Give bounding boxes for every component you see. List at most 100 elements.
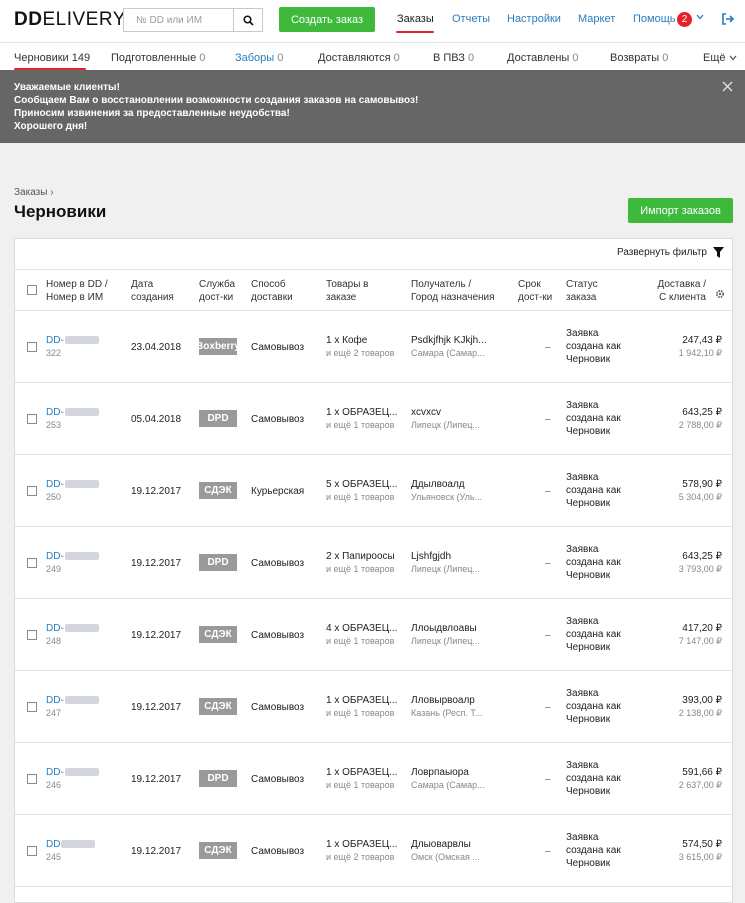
client-price: 2 637,00 ₽ bbox=[678, 780, 722, 790]
search-button[interactable] bbox=[233, 9, 262, 31]
tab-prepared[interactable]: Подготовленные 0 bbox=[111, 52, 205, 64]
order-number-link[interactable]: DD- bbox=[46, 695, 99, 706]
recipient-name: Ллоыдвлоавы bbox=[411, 623, 477, 634]
row-checkbox[interactable] bbox=[27, 846, 37, 856]
goods-main: 4 x ОБРАЗЕЦ... bbox=[326, 623, 398, 634]
order-number-link[interactable]: DD- bbox=[46, 623, 99, 634]
dd-number: DD- bbox=[46, 335, 64, 346]
tab-drafts[interactable]: Черновики 149 bbox=[14, 52, 90, 64]
nav-help[interactable]: Помощь bbox=[633, 13, 676, 25]
breadcrumb[interactable]: Заказы › bbox=[14, 187, 54, 198]
table-row[interactable]: DD- 250 19.12.2017 СДЭК Курьерская 5 x ОБРАЗЕ… bbox=[15, 455, 732, 527]
created-date: 19.12.2017 bbox=[131, 702, 182, 713]
delivery-service-badge: СДЭК bbox=[199, 698, 237, 715]
col-number[interactable]: Номер в DD / Номер в ИМ bbox=[46, 278, 108, 304]
banner-line: Уважаемые клиенты! bbox=[14, 82, 120, 93]
recipient-name: Ддылвоалд bbox=[411, 479, 465, 490]
client-price: 2 788,00 ₽ bbox=[678, 420, 722, 430]
table-row[interactable]: DD- 246 19.12.2017 DPD Самовывоз 1 x ОБРАЗЕЦ.… bbox=[15, 743, 732, 815]
col-method[interactable]: Способ доставки bbox=[251, 278, 293, 304]
table-row[interactable]: DD 245 19.12.2017 СДЭК Самовывоз 1 x ОБРАЗЕЦ.… bbox=[15, 815, 732, 887]
tab-label: Заборы bbox=[235, 52, 275, 64]
table-row[interactable]: DD- 249 19.12.2017 DPD Самовывоз 2 x Папироос… bbox=[15, 527, 732, 599]
banner-line: Приносим извинения за предоставленные не… bbox=[14, 108, 290, 119]
order-number-link[interactable]: DD- bbox=[46, 551, 99, 562]
logout-icon[interactable] bbox=[721, 12, 735, 26]
tab-count: 149 bbox=[71, 52, 91, 64]
table-row[interactable]: DD- 248 19.12.2017 СДЭК Самовывоз 4 x ОБРАЗЕЦ… bbox=[15, 599, 732, 671]
col-delivery[interactable]: Доставка / С клиента bbox=[635, 278, 706, 304]
logo[interactable]: DDELIVERY bbox=[14, 9, 126, 31]
order-number-link[interactable]: DD- bbox=[46, 407, 99, 418]
goods-cell: 1 x ОБРАЗЕЦ... и ещё 2 товаров bbox=[326, 838, 406, 864]
close-icon[interactable] bbox=[722, 81, 733, 92]
col-service[interactable]: Служба дост-ки bbox=[199, 278, 235, 304]
order-number-link[interactable]: DD bbox=[46, 839, 96, 850]
col-recipient[interactable]: Получатель / Город назначения bbox=[411, 278, 495, 304]
logo-rest: ELIVERY bbox=[42, 9, 126, 30]
table-row[interactable]: DD- 253 05.04.2018 DPD Самовывоз 1 x ОБРАЗЕЦ.… bbox=[15, 383, 732, 455]
row-checkbox[interactable] bbox=[27, 414, 37, 424]
create-order-button[interactable]: Создать заказ bbox=[279, 7, 375, 32]
nav-orders[interactable]: Заказы bbox=[397, 13, 434, 25]
delivery-term: – bbox=[545, 702, 551, 713]
im-number: 249 bbox=[46, 564, 62, 574]
goods-cell: 1 x ОБРАЗЕЦ... и ещё 1 товаров bbox=[326, 766, 406, 792]
goods-main: 2 x Папироосы bbox=[326, 551, 395, 562]
table-row[interactable]: DD- 247 19.12.2017 СДЭК Самовывоз 1 x ОБРАЗЕЦ… bbox=[15, 671, 732, 743]
expand-filter-button[interactable]: Развернуть фильтр bbox=[617, 247, 724, 258]
recipient-name: Ловрпаыора bbox=[411, 767, 469, 778]
tab-delivering[interactable]: Доставляются 0 bbox=[318, 52, 400, 64]
tab-delivered[interactable]: Доставлены 0 bbox=[507, 52, 579, 64]
gear-icon[interactable] bbox=[715, 289, 725, 299]
table-row[interactable]: DD- 322 23.04.2018 Boxberry Самовывоз 1 x Коф… bbox=[15, 311, 732, 383]
nav-settings[interactable]: Настройки bbox=[507, 13, 561, 25]
page-title: Черновики bbox=[14, 202, 107, 221]
tab-label: В ПВЗ bbox=[433, 52, 465, 64]
order-number-link[interactable]: DD- bbox=[46, 479, 99, 490]
goods-more: и ещё 2 товаров bbox=[326, 348, 395, 358]
delivery-method: Самовывоз bbox=[251, 342, 305, 353]
table-header: Номер в DD / Номер в ИМ Дата создания Сл… bbox=[15, 269, 732, 311]
breadcrumb-orders[interactable]: Заказы bbox=[14, 187, 47, 198]
client-price: 7 147,00 ₽ bbox=[678, 636, 722, 646]
created-date: 19.12.2017 bbox=[131, 558, 182, 569]
tab-label: Подготовленные bbox=[111, 52, 197, 64]
im-number: 247 bbox=[46, 708, 62, 718]
order-number-cell: DD- 253 bbox=[46, 406, 99, 432]
select-all-checkbox[interactable] bbox=[27, 285, 37, 295]
order-number-link[interactable]: DD- bbox=[46, 335, 99, 346]
col-term[interactable]: Срок дост-ки bbox=[518, 278, 552, 304]
nav-reports[interactable]: Отчеты bbox=[452, 13, 490, 25]
tab-in-pickup-point[interactable]: В ПВЗ 0 bbox=[433, 52, 474, 64]
row-checkbox[interactable] bbox=[27, 702, 37, 712]
search-input[interactable] bbox=[124, 9, 234, 31]
tab-more[interactable]: Ещё bbox=[703, 52, 737, 64]
im-number: 322 bbox=[46, 348, 62, 358]
row-checkbox[interactable] bbox=[27, 342, 37, 352]
chevron-down-icon[interactable] bbox=[696, 14, 704, 20]
col-goods[interactable]: Товары в заказе bbox=[326, 278, 369, 304]
im-number: 248 bbox=[46, 636, 62, 646]
tab-label: Доставляются bbox=[318, 52, 391, 64]
tab-pickups[interactable]: Заборы 0 bbox=[235, 52, 283, 64]
delivery-price: 591,66 ₽ bbox=[682, 767, 722, 778]
tab-count: 0 bbox=[572, 52, 579, 64]
help-badge: 2 bbox=[677, 12, 692, 27]
goods-cell: 5 x ОБРАЗЕЦ... и ещё 1 товаров bbox=[326, 478, 406, 504]
row-checkbox[interactable] bbox=[27, 486, 37, 496]
row-checkbox[interactable] bbox=[27, 774, 37, 784]
col-date[interactable]: Дата создания bbox=[131, 278, 174, 304]
col-status[interactable]: Статус заказа bbox=[566, 278, 598, 304]
order-number-cell: DD- 248 bbox=[46, 622, 99, 648]
tab-returns[interactable]: Возвраты 0 bbox=[610, 52, 668, 64]
delivery-service-badge: DPD bbox=[199, 554, 237, 571]
order-number-link[interactable]: DD- bbox=[46, 767, 99, 778]
price-cell: 643,25 ₽ 3 793,00 ₽ bbox=[625, 550, 722, 576]
row-checkbox[interactable] bbox=[27, 558, 37, 568]
import-orders-button[interactable]: Импорт заказов bbox=[628, 198, 733, 223]
redacted-number bbox=[64, 408, 99, 417]
dd-number: DD- bbox=[46, 767, 64, 778]
row-checkbox[interactable] bbox=[27, 630, 37, 640]
nav-market[interactable]: Маркет bbox=[578, 13, 615, 25]
